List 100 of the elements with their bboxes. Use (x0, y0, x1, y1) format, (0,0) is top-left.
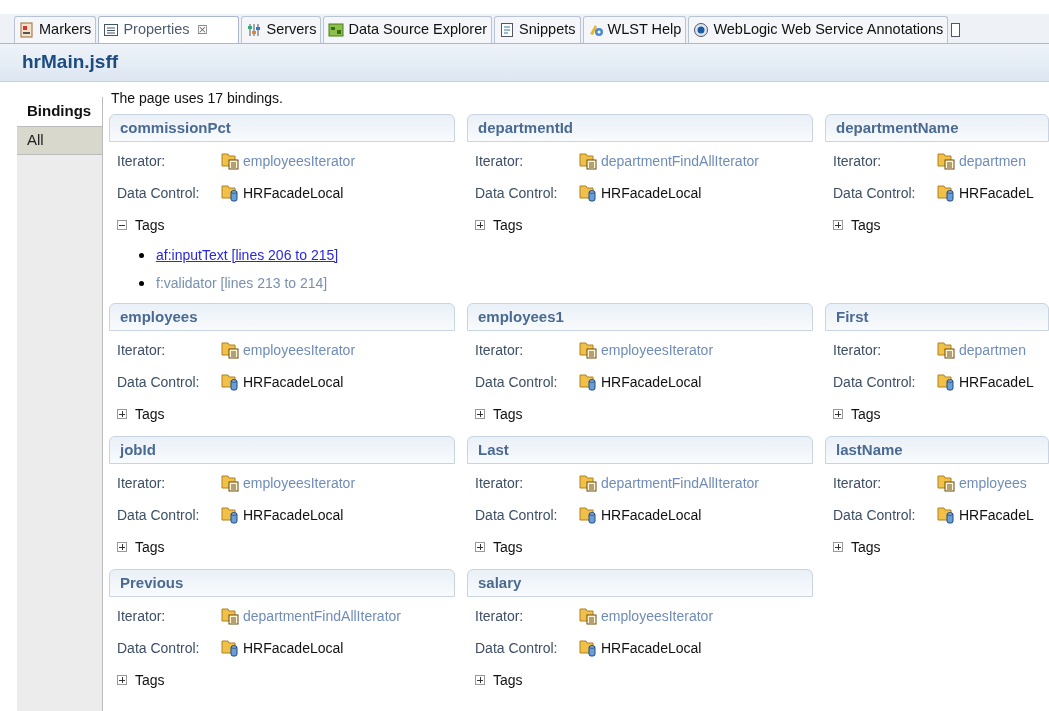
data-control-value: HRFacadeLocal (243, 372, 344, 392)
tags-label: Tags (851, 537, 881, 557)
tags-label: Tags (851, 215, 881, 235)
tags-label: Tags (135, 404, 165, 424)
data-control-value: HRFacadeLocal (243, 505, 344, 525)
data-control-value: HRFacadeLocal (601, 638, 702, 658)
field-label: Iterator: (833, 473, 883, 493)
file-title: hrMain.jsff (22, 50, 119, 75)
field-label: Iterator: (475, 151, 525, 171)
field-label: Iterator: (117, 151, 167, 171)
tags-label: Tags (851, 404, 881, 424)
data-control-value: HRFacadeLocal (243, 638, 344, 658)
tag-link[interactable]: f:validator [lines 213 to 214] (156, 272, 328, 294)
binding-title: employees1 (478, 306, 564, 327)
expand-icon[interactable] (475, 675, 485, 685)
field-label: Data Control: (117, 638, 201, 658)
side-tab[interactable]: All (17, 127, 102, 155)
binding-title: salary (478, 572, 522, 593)
iterator-link[interactable]: departmen (959, 150, 1026, 172)
view-tab[interactable]: WLST Help (582, 16, 687, 43)
iterator-link[interactable]: departmentFindAllIterator (601, 472, 759, 494)
view-tab[interactable]: Snippets (494, 16, 581, 43)
field-label: Iterator: (117, 473, 167, 493)
field-label: Data Control: (833, 372, 917, 392)
bindings-summary: The page uses 17 bindings. (111, 89, 284, 108)
tag-link[interactable]: af:inputText [lines 206 to 215] (156, 244, 339, 266)
iterator-link[interactable]: departmen (959, 339, 1026, 361)
data-control-icon (937, 184, 955, 202)
data-control-icon (937, 506, 955, 524)
binding-title: lastName (836, 439, 903, 460)
close-button[interactable]: ☒ (197, 21, 209, 39)
iterator-link[interactable]: departmentFindAllIterator (243, 605, 401, 627)
data-control-icon (221, 373, 239, 391)
view-tab[interactable]: Data Source Explorer (323, 16, 493, 43)
data-control-value: HRFacadeLocal (601, 505, 702, 525)
tags-label: Tags (135, 537, 165, 557)
iterator-link[interactable]: employeesIterator (243, 150, 356, 172)
iterator-icon (221, 607, 239, 625)
view-tab[interactable]: Properties ☒ (98, 16, 240, 43)
binding-title: departmentName (836, 117, 959, 138)
iterator-link[interactable]: employeesIterator (601, 339, 714, 361)
data-control-value: HRFacadeL (959, 183, 1034, 203)
tags-label: Tags (135, 215, 165, 235)
field-label: Data Control: (833, 183, 917, 203)
field-label: Iterator: (833, 151, 883, 171)
sliders-icon (246, 22, 263, 38)
iterator-icon (221, 152, 239, 170)
tags-label: Tags (493, 404, 523, 424)
bullet-icon (139, 280, 144, 286)
data-control-value: HRFacadeLocal (601, 372, 702, 392)
iterator-link[interactable]: employeesIterator (601, 605, 714, 627)
expand-icon[interactable] (117, 542, 127, 552)
binding-title: Last (478, 439, 509, 460)
field-label: Data Control: (475, 638, 559, 658)
data-control-icon (579, 184, 597, 202)
field-label: Data Control: (117, 505, 201, 525)
data-control-icon (221, 506, 239, 524)
field-label: Data Control: (117, 183, 201, 203)
binding-title: commissionPct (120, 117, 231, 138)
view-tab[interactable]: WebLogic Web Service Annotations (688, 16, 949, 43)
field-label: Iterator: (475, 340, 525, 360)
tags-label: Tags (493, 537, 523, 557)
iterator-icon (579, 152, 597, 170)
iterator-icon (221, 341, 239, 359)
expand-icon[interactable] (117, 675, 127, 685)
expand-icon[interactable] (833, 409, 843, 419)
expand-icon[interactable] (475, 542, 485, 552)
iterator-link[interactable]: employeesIterator (243, 339, 356, 361)
expand-icon[interactable] (475, 409, 485, 419)
iterator-link[interactable]: departmentFindAllIterator (601, 150, 759, 172)
iterator-icon (221, 474, 239, 492)
iterator-icon (579, 607, 597, 625)
tags-label: Tags (135, 670, 165, 690)
field-label: Iterator: (475, 606, 525, 626)
field-label: Iterator: (475, 473, 525, 493)
iterator-link[interactable]: employeesIterator (243, 472, 356, 494)
view-tab[interactable]: Servers (241, 16, 322, 43)
field-label: Iterator: (117, 340, 167, 360)
iterator-icon (579, 474, 597, 492)
iterator-link[interactable]: employees (959, 472, 1027, 494)
tags-label: Tags (493, 215, 523, 235)
expand-icon[interactable] (475, 220, 485, 230)
document-icon (950, 22, 961, 38)
binding-title: jobId (120, 439, 156, 460)
field-label: Data Control: (475, 183, 559, 203)
expand-icon[interactable] (117, 409, 127, 419)
markers-icon (19, 22, 35, 38)
side-tab[interactable]: Bindings (17, 97, 102, 127)
collapse-icon[interactable] (117, 220, 127, 230)
binding-title: departmentId (478, 117, 573, 138)
expand-icon[interactable] (833, 220, 843, 230)
expand-icon[interactable] (833, 542, 843, 552)
map-icon (328, 22, 345, 38)
data-control-icon (579, 373, 597, 391)
view-tab[interactable]: Markers (14, 16, 97, 43)
list-icon (103, 22, 120, 38)
data-control-icon (579, 639, 597, 657)
data-control-value: HRFacadeL (959, 372, 1034, 392)
binding-title: employees (120, 306, 198, 327)
data-control-icon (221, 184, 239, 202)
